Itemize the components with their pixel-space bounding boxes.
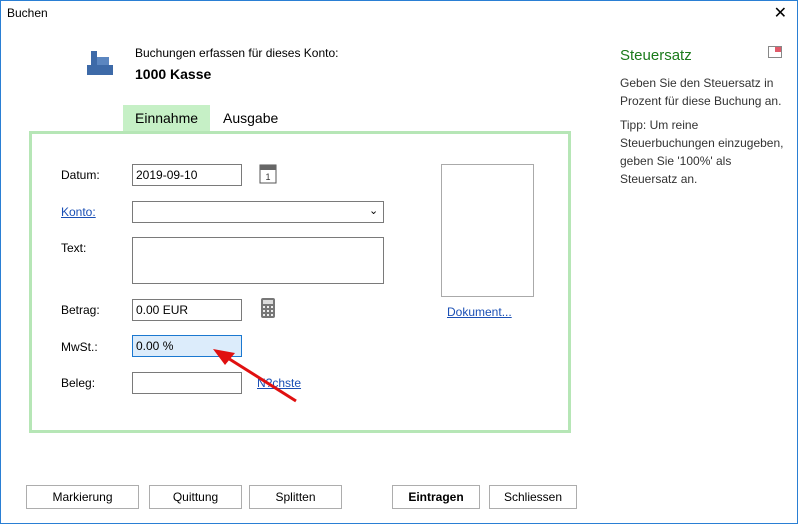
konto-select[interactable] [132, 201, 384, 223]
svg-text:1: 1 [265, 172, 270, 182]
markierung-button[interactable]: Markierung [26, 485, 139, 509]
dialog-window: Buchen ✕ Buchungen erfassen für dieses K… [0, 0, 798, 524]
help-text: Geben Sie den Steuersatz in Prozent für … [620, 76, 782, 108]
datum-input[interactable]: 2019-09-10 [132, 164, 242, 186]
betrag-label: Betrag: [61, 303, 100, 317]
text-input[interactable] [132, 237, 384, 284]
quittung-button[interactable]: Quittung [149, 485, 242, 509]
mwst-label: MwSt.: [61, 340, 98, 354]
calculator-icon[interactable] [260, 297, 276, 319]
betrag-input[interactable]: 0.00 EUR [132, 299, 242, 321]
window-title: Buchen [7, 6, 48, 20]
tab-ausgabe[interactable]: Ausgabe [211, 105, 290, 131]
account-name: 1000 Kasse [135, 66, 212, 82]
annotation-arrow [213, 349, 297, 403]
schliessen-button[interactable]: Schliessen [489, 485, 577, 509]
calendar-icon[interactable]: 1 [259, 162, 277, 184]
konto-label-link[interactable]: Konto: [61, 205, 96, 219]
beleg-label: Beleg: [61, 376, 96, 390]
help-title: Steuersatz [620, 47, 692, 64]
close-button[interactable]: ✕ [774, 3, 787, 23]
eintragen-button[interactable]: Eintragen [392, 485, 480, 509]
document-preview [441, 164, 534, 297]
help-tip: Tipp: Um reine Steuerbuchungen einzugebe… [620, 118, 784, 186]
text-label: Text: [61, 241, 87, 255]
chevron-down-icon[interactable]: ⌄ [369, 204, 378, 217]
splitten-button[interactable]: Splitten [249, 485, 342, 509]
tab-einnahme[interactable]: Einnahme [123, 105, 211, 131]
dokument-link[interactable]: Dokument... [447, 305, 512, 319]
close-help-icon[interactable] [768, 46, 782, 58]
datum-label: Datum: [61, 168, 100, 182]
header-subtitle: Buchungen erfassen für dieses Konto: [135, 46, 339, 60]
cash-register-icon [87, 51, 113, 75]
